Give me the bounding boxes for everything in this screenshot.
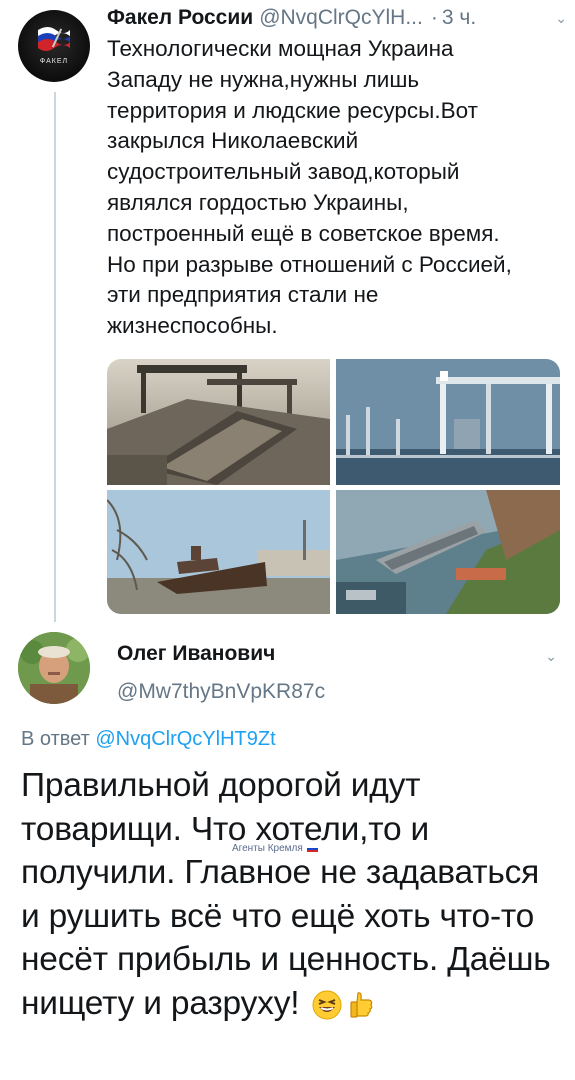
watermark-text: Агенты Кремля [232,843,303,854]
tweet-header: Факел России @NvqClrQcYlH... · 3 ч. ⌄ [107,4,567,32]
russia-flag-icon [306,845,318,852]
grinning-squint-emoji-icon [312,990,342,1020]
shipyard-historic-photo[interactable] [107,359,330,485]
avatar[interactable] [18,632,90,704]
aerial-shipyard-photo[interactable] [336,490,560,614]
watermark: Агенты Кремля [232,843,318,854]
avatar[interactable]: ФАКЕЛ [18,10,90,82]
reply-context: В ответ @NvqClrQcYlHT9Zt [21,728,276,751]
thumbs-up-emoji-icon [346,990,376,1020]
tweet-text: Правильной дорогой идут товарищи. Что хо… [21,764,561,1025]
thread-connector-line [54,92,56,622]
media-grid[interactable] [107,359,560,614]
gantry-cranes-photo[interactable] [336,359,560,485]
reply-mention-link[interactable]: @NvqClrQcYlHT9Zt [95,728,275,750]
rusted-ship-photo[interactable] [107,490,330,614]
timestamp[interactable]: 3 ч. [442,6,476,30]
author-handle[interactable]: @Mw7thyBnVpKR87c [117,680,325,704]
author-handle[interactable]: @NvqClrQcYlH... [259,6,423,30]
avatar-logo-text: ФАКЕЛ [39,58,69,65]
torch-flag-logo-icon [38,27,70,51]
reply-prefix: В ответ [21,728,90,750]
author-name[interactable]: Олег Иванович [117,642,275,666]
author-name[interactable]: Факел России [107,6,253,30]
chevron-down-icon[interactable]: ⌄ [545,648,557,665]
chevron-down-icon[interactable]: ⌄ [555,10,567,27]
tweet-text: Технологически мощная Украина Западу не … [107,36,512,339]
separator-dot: · [430,6,438,29]
tweet-text-body: Правильной дорогой идут товарищи. Что хо… [21,767,551,1022]
